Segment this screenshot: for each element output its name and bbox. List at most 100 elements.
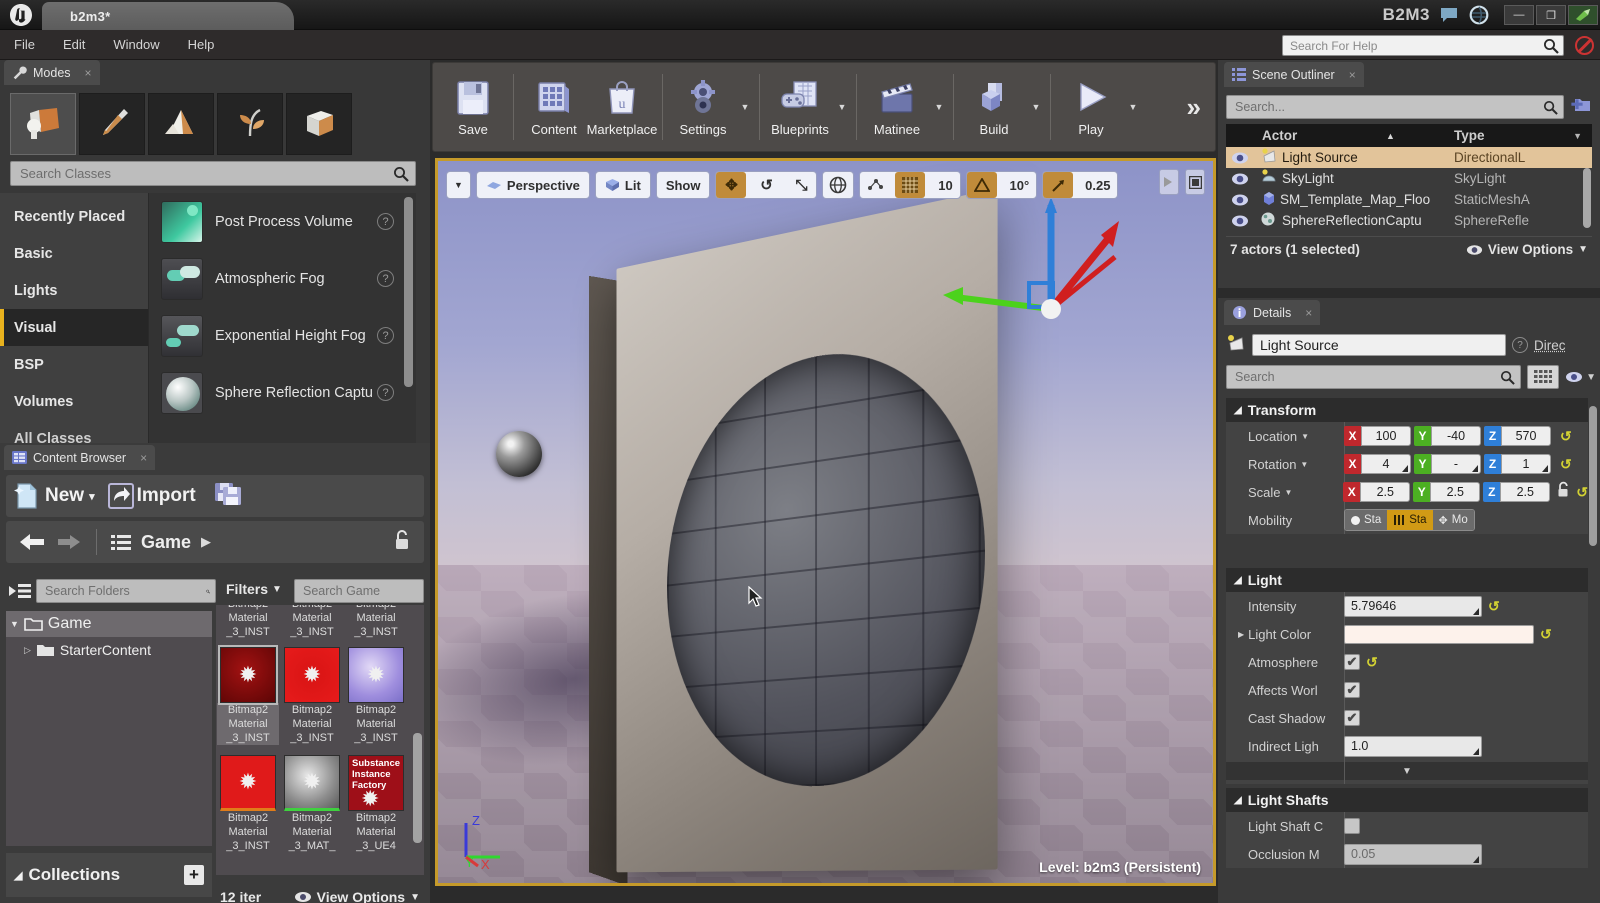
save-all-icon[interactable] bbox=[213, 480, 243, 513]
asset-cell[interactable]: Bitmap2 Material _3_INST bbox=[220, 605, 278, 639]
folder-search-input[interactable] bbox=[45, 584, 206, 598]
content-button[interactable]: Content bbox=[520, 68, 588, 146]
visibility-eye-icon[interactable] bbox=[1230, 193, 1250, 207]
settings-button[interactable]: Settings bbox=[669, 68, 737, 146]
save-button[interactable]: Save bbox=[439, 68, 507, 146]
help-icon[interactable]: ? bbox=[377, 327, 394, 344]
visibility-eye-icon[interactable] bbox=[1230, 214, 1250, 228]
intensity-field[interactable]: 5.79646 bbox=[1344, 596, 1482, 617]
modes-asset-exponential-height-fog[interactable]: Exponential Height Fog ? bbox=[149, 307, 416, 364]
scale-tool-button[interactable]: ⤡ bbox=[786, 172, 816, 198]
light-shaft-occlusion-checkbox[interactable] bbox=[1344, 818, 1360, 834]
details-tab[interactable]: Details × bbox=[1224, 300, 1320, 325]
marketplace-button[interactable]: u Marketplace bbox=[588, 68, 656, 146]
outliner-view-options-button[interactable]: View Options ▼ bbox=[1466, 242, 1588, 257]
search-classes-box[interactable] bbox=[10, 161, 416, 186]
outliner-row-sm-template-map-floor[interactable]: SM_Template_Map_Floo StaticMeshA bbox=[1226, 189, 1592, 210]
help-icon[interactable]: ? bbox=[1512, 337, 1528, 353]
scale-snap-value-button[interactable]: 0.25 bbox=[1078, 172, 1117, 198]
rotation-z-field[interactable]: 1 bbox=[1501, 454, 1551, 474]
column-options-icon[interactable]: ▼ bbox=[1573, 131, 1582, 141]
reset-light-color-icon[interactable]: ↺ bbox=[1540, 626, 1552, 643]
minimize-button[interactable]: — bbox=[1504, 5, 1534, 25]
menu-edit[interactable]: Edit bbox=[49, 30, 99, 60]
breadcrumb-game[interactable]: Game bbox=[141, 532, 191, 553]
play-button[interactable]: Play bbox=[1057, 68, 1125, 146]
reset-atmosphere-icon[interactable]: ↺ bbox=[1366, 654, 1378, 671]
scale-x-field[interactable]: 2.5 bbox=[1360, 482, 1410, 502]
atmosphere-checkbox[interactable]: ✔ bbox=[1344, 654, 1360, 670]
coordinate-system-button[interactable] bbox=[822, 171, 854, 199]
visibility-eye-icon[interactable] bbox=[1230, 151, 1250, 165]
spinner-icon[interactable] bbox=[1473, 608, 1479, 615]
search-classes-input[interactable] bbox=[20, 166, 393, 181]
landscape-mode-button[interactable] bbox=[148, 93, 214, 155]
chevron-down-icon[interactable]: ▾ bbox=[89, 490, 95, 503]
import-button[interactable]: Import bbox=[108, 483, 196, 509]
modes-tab[interactable]: Modes × bbox=[4, 60, 100, 85]
reset-rotation-icon[interactable]: ↺ bbox=[1560, 456, 1572, 473]
scene-outliner-tab[interactable]: Scene Outliner × bbox=[1224, 62, 1364, 87]
close-button[interactable] bbox=[1568, 5, 1598, 25]
spinner-icon[interactable] bbox=[1473, 856, 1479, 863]
category-volumes[interactable]: Volumes bbox=[0, 383, 148, 420]
outliner-search-input[interactable] bbox=[1235, 100, 1543, 114]
light-shafts-section-header[interactable]: ◢ Light Shafts bbox=[1226, 788, 1588, 812]
asset-cell[interactable]: ✹ Bitmap2 Material _3_INST bbox=[220, 755, 278, 853]
light-section-header[interactable]: ◢ Light bbox=[1226, 568, 1588, 592]
maximize-button[interactable]: ❐ bbox=[1536, 5, 1566, 25]
affects-world-checkbox[interactable]: ✔ bbox=[1344, 682, 1360, 698]
modes-asset-atmospheric-fog[interactable]: Atmospheric Fog ? bbox=[149, 250, 416, 307]
help-search-box[interactable] bbox=[1282, 35, 1564, 56]
new-asset-button[interactable]: New ▾ bbox=[14, 482, 95, 510]
asset-cell[interactable]: Bitmap2 Material _3_INST bbox=[348, 605, 406, 639]
settings-dropdown-caret-icon[interactable]: ▼ bbox=[737, 68, 753, 146]
camera-speed-button[interactable] bbox=[1159, 169, 1179, 195]
details-search-input[interactable] bbox=[1235, 370, 1500, 384]
spinner-icon[interactable] bbox=[1402, 465, 1408, 472]
chevron-down-icon[interactable]: ▼ bbox=[1285, 488, 1293, 497]
folder-search-box[interactable] bbox=[36, 579, 216, 603]
expander-icon[interactable]: ▶ bbox=[1238, 630, 1244, 639]
blueprints-button[interactable]: Blueprints bbox=[766, 68, 834, 146]
category-lights[interactable]: Lights bbox=[0, 272, 148, 309]
reset-intensity-icon[interactable]: ↺ bbox=[1488, 598, 1500, 615]
details-search-box[interactable] bbox=[1226, 365, 1521, 389]
grid-snap-value-button[interactable]: 10 bbox=[930, 172, 960, 198]
modes-asset-scrollbar[interactable] bbox=[404, 197, 413, 387]
epic-launcher-icon[interactable] bbox=[1468, 5, 1490, 25]
spinner-icon[interactable] bbox=[1473, 748, 1479, 755]
scale-snap-toggle[interactable] bbox=[1043, 172, 1073, 198]
column-header-actor[interactable]: Actor bbox=[1262, 128, 1297, 143]
details-scrollbar[interactable] bbox=[1589, 406, 1597, 546]
reflection-capture-sphere[interactable] bbox=[496, 431, 542, 477]
category-bsp[interactable]: BSP bbox=[0, 346, 148, 383]
breadcrumb-chevron-icon[interactable]: ▶ bbox=[201, 534, 211, 550]
spinner-icon[interactable] bbox=[1472, 465, 1478, 472]
perspective-button[interactable]: Perspective bbox=[476, 171, 590, 199]
rotate-tool-button[interactable]: ↺ bbox=[751, 172, 781, 198]
expander-icon[interactable]: ▷ bbox=[24, 645, 31, 656]
viewport-render[interactable]: ▼ Perspective Lit Show ✥ ↺ ⤡ 10 10° 0.25… bbox=[438, 161, 1213, 883]
view-mode-button[interactable]: Lit bbox=[595, 171, 651, 199]
angle-snap-value-button[interactable]: 10° bbox=[1002, 172, 1036, 198]
visibility-eye-icon[interactable] bbox=[1230, 172, 1250, 186]
cast-shadows-checkbox[interactable]: ✔ bbox=[1344, 710, 1360, 726]
help-search-input[interactable] bbox=[1290, 39, 1543, 53]
details-view-options-button[interactable]: ▼ bbox=[1565, 371, 1596, 383]
details-tab-close-icon[interactable]: × bbox=[1305, 306, 1312, 320]
location-x-field[interactable]: 100 bbox=[1361, 426, 1411, 446]
project-tab[interactable]: b2m3* bbox=[42, 2, 294, 30]
location-z-field[interactable]: 570 bbox=[1501, 426, 1551, 446]
show-menu-button[interactable]: Show bbox=[656, 171, 711, 199]
matinee-button[interactable]: Matinee bbox=[863, 68, 931, 146]
outliner-row-sphere-reflection-capture[interactable]: SphereReflectionCaptu SphereRefle bbox=[1226, 210, 1592, 231]
build-button[interactable]: Build bbox=[960, 68, 1028, 146]
occlusion-mask-field[interactable]: 0.05 bbox=[1344, 844, 1482, 865]
matinee-dropdown-caret-icon[interactable]: ▼ bbox=[931, 68, 947, 146]
blueprints-dropdown-caret-icon[interactable]: ▼ bbox=[834, 68, 850, 146]
folder-item-startercontent[interactable]: ▷ StarterContent bbox=[6, 637, 212, 663]
chevron-down-icon[interactable]: ▼ bbox=[1301, 432, 1309, 441]
modes-tab-close-icon[interactable]: × bbox=[85, 66, 92, 80]
scene-outliner-tab-close-icon[interactable]: × bbox=[1349, 68, 1356, 82]
